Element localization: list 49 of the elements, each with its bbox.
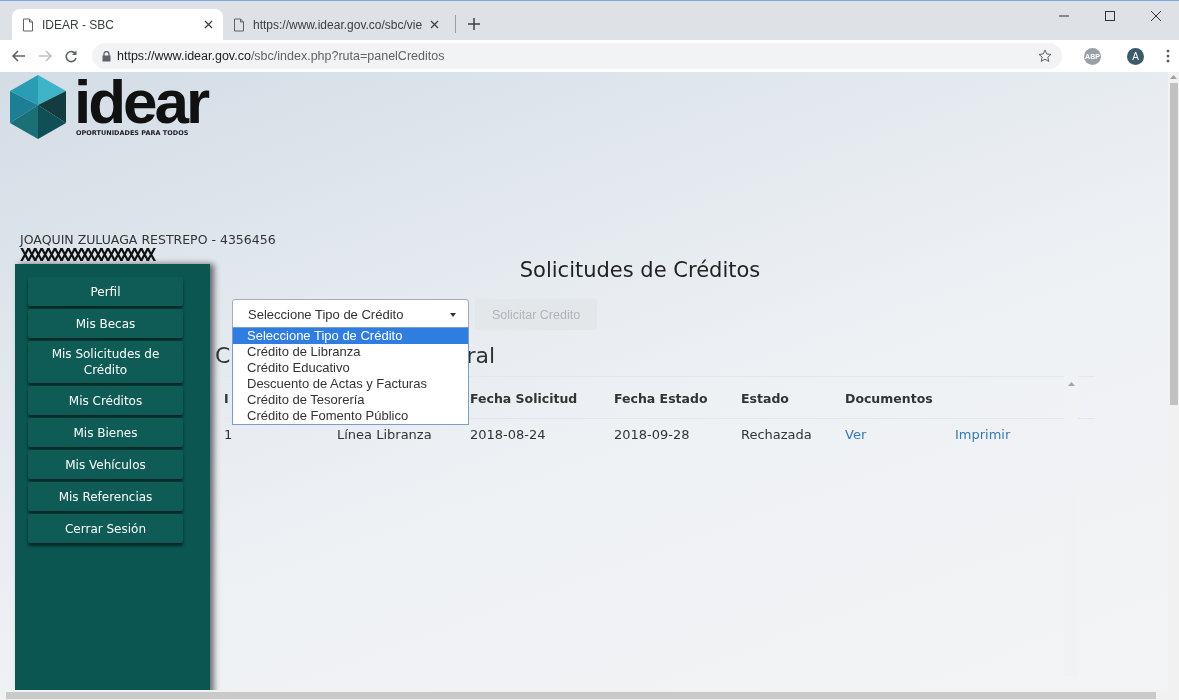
column-header: Documentos: [845, 391, 933, 406]
horizontal-scrollbar[interactable]: [0, 690, 1168, 700]
table-cell: 2018-08-24: [470, 427, 546, 442]
sidebar-menu-button[interactable]: Perfil: [28, 277, 183, 306]
document-icon: [22, 17, 34, 32]
caret-icon: [450, 312, 456, 317]
section-heading-fragment: ral: [466, 343, 495, 370]
document-icon: [233, 17, 245, 32]
sidebar-menu-button[interactable]: Mis Becas: [28, 309, 183, 338]
close-icon[interactable]: [204, 20, 213, 29]
column-header: Fecha Estado: [614, 391, 708, 406]
table-cell: Línea Libranza: [337, 427, 432, 442]
sidebar-menu-button[interactable]: Mis Referencias: [28, 482, 183, 511]
table-cell: 1: [224, 427, 233, 442]
address-bar[interactable]: https://www.idear.gov.co/sbc/index.php?ruta=panelCreditos: [92, 43, 1062, 69]
section-heading-fragment: C: [215, 343, 231, 370]
dropdown-option[interactable]: Crédito Educativo: [233, 360, 468, 376]
cube-logo-icon: [8, 75, 68, 141]
redacted-text: XXXXXXXXXXXXXXXXXXXX: [20, 247, 155, 264]
profile-avatar[interactable]: A: [1127, 47, 1144, 65]
table-link[interactable]: Ver: [845, 427, 867, 442]
dropdown-option[interactable]: Crédito de Fomento Público: [233, 408, 468, 424]
dropdown-option[interactable]: Descuento de Actas y Facturas: [233, 376, 468, 392]
column-header: Fecha Solicitud: [470, 391, 578, 406]
table-cell: 2018-09-28: [614, 427, 690, 442]
close-icon[interactable]: [430, 20, 440, 29]
user-name: JOAQUIN ZULUAGA RESTREPO - 4356456: [20, 232, 277, 247]
sidebar-menu-button[interactable]: Mis Bienes: [28, 418, 183, 447]
sidebar-menu-button[interactable]: Cerrar Sesión: [28, 514, 183, 543]
table-cell: Rechazada: [741, 427, 812, 442]
star-icon[interactable]: [1038, 49, 1052, 63]
url-text: https://www.idear.gov.co/sbc/index.php?ruta=panelCreditos: [117, 49, 445, 63]
logo-wordmark: idear: [74, 75, 208, 129]
column-header: Estado: [741, 391, 789, 406]
lock-icon: [102, 50, 111, 62]
sidebar-menu-button[interactable]: Mis Vehículos: [28, 450, 183, 479]
new-tab-icon[interactable]: [468, 18, 481, 30]
page-title: Solicitudes de Créditos: [518, 257, 762, 282]
browser-tab[interactable]: https://www.idear.gov.co/sbc/vie: [223, 9, 450, 40]
table-link[interactable]: Imprimir: [955, 427, 1011, 442]
browser-tab[interactable]: IDEAR - SBC: [12, 9, 223, 40]
dropdown-option[interactable]: Seleccione Tipo de Crédito: [233, 328, 468, 344]
sidebar-menu-button[interactable]: Mis Solicitudes de Crédito: [28, 341, 183, 383]
dropdown-option[interactable]: Crédito de Tesorería: [233, 392, 468, 408]
page-scrollbar[interactable]: [1168, 72, 1179, 700]
sidebar-menu-button[interactable]: Mis Créditos: [28, 386, 183, 415]
menu-icon[interactable]: [1166, 49, 1170, 63]
dropdown-option[interactable]: Crédito de Libranza: [233, 344, 468, 360]
column-header: I: [224, 391, 229, 406]
